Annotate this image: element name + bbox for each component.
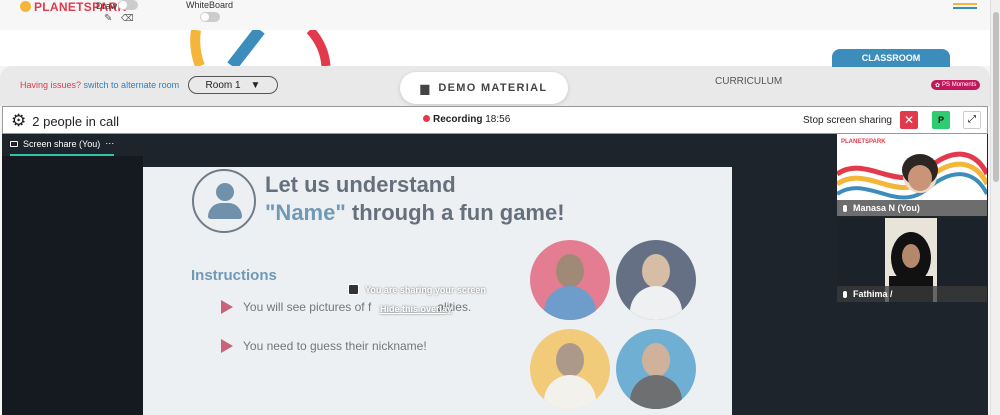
ps-moments-badge[interactable]: ✿ PS Moments	[931, 80, 981, 90]
call-bar: ⚙ 2 people in call Recording 18:56 Stop …	[2, 106, 988, 134]
room-tab-bar: Having issues? switch to alternate room …	[0, 66, 990, 106]
eraser-icon[interactable]: ⌫	[121, 13, 134, 24]
page-scrollbar[interactable]	[990, 0, 1000, 415]
upload-icon	[348, 284, 359, 295]
screen-share-tab[interactable]: Screen share (You) ⋯	[10, 138, 115, 156]
recording-status: Recording 18:56	[423, 114, 510, 125]
participant-name-2: Fathima /	[837, 286, 987, 302]
gear-icon[interactable]: ⚙	[11, 111, 26, 131]
monitor-icon	[10, 140, 18, 147]
hide-overlay-link[interactable]: Hide this overlay	[380, 304, 452, 314]
stop-sharing-button[interactable]: ✕	[900, 111, 918, 129]
draw-label: Draw	[96, 1, 118, 11]
draw-toggle[interactable]	[118, 0, 138, 10]
record-dot-icon	[423, 115, 430, 122]
expand-icon[interactable]: ⤢	[963, 111, 981, 129]
logo-dot-icon	[20, 1, 31, 12]
curriculum-tab[interactable]: CURRICULUM	[715, 76, 782, 87]
svg-text:PLANETSPARK: PLANETSPARK	[841, 139, 886, 145]
classroom-tab[interactable]: CLASSROOM	[832, 49, 950, 67]
participant-name-1: Manasa N (You)	[837, 200, 987, 216]
top-bar: PLANETSPARK Draw ✎ ⌫ WhiteBoard	[0, 0, 990, 30]
demo-material-tab[interactable]: ▆ DEMO MATERIAL	[400, 72, 568, 104]
sharing-notice: You are sharing your screen	[348, 284, 486, 295]
switch-room-link[interactable]: switch to alternate room	[84, 80, 180, 90]
scrollbar-thumb[interactable]	[993, 12, 999, 182]
people-count: ⚙ 2 people in call	[11, 111, 119, 131]
stop-screen-sharing-label: Stop screen sharing	[803, 115, 892, 126]
mic-icon[interactable]	[843, 204, 847, 212]
participant-tile-2[interactable]: Fathima /	[837, 218, 987, 302]
stage-left-panel	[2, 156, 143, 415]
room-select[interactable]: Room 1 ▼	[188, 76, 278, 94]
folder-icon: ▆	[420, 82, 431, 95]
whiteboard-label: WhiteBoard	[186, 0, 234, 10]
pencil-icon[interactable]: ✎	[104, 13, 112, 24]
caret-down-icon: ▼	[250, 79, 261, 91]
more-icon[interactable]: ⋯	[105, 138, 114, 149]
menu-icon[interactable]	[953, 3, 977, 9]
whiteboard-toggle[interactable]	[200, 12, 220, 22]
participant-tile-1[interactable]: PLANETSPARK Manasa N (You)	[837, 134, 987, 216]
issues-notice: Having issues? switch to alternate room	[20, 80, 180, 90]
participant-p-button[interactable]: P	[932, 111, 950, 129]
close-icon: ✕	[903, 113, 915, 127]
ps-icon: ✿	[935, 82, 941, 89]
mic-icon[interactable]	[843, 290, 847, 298]
